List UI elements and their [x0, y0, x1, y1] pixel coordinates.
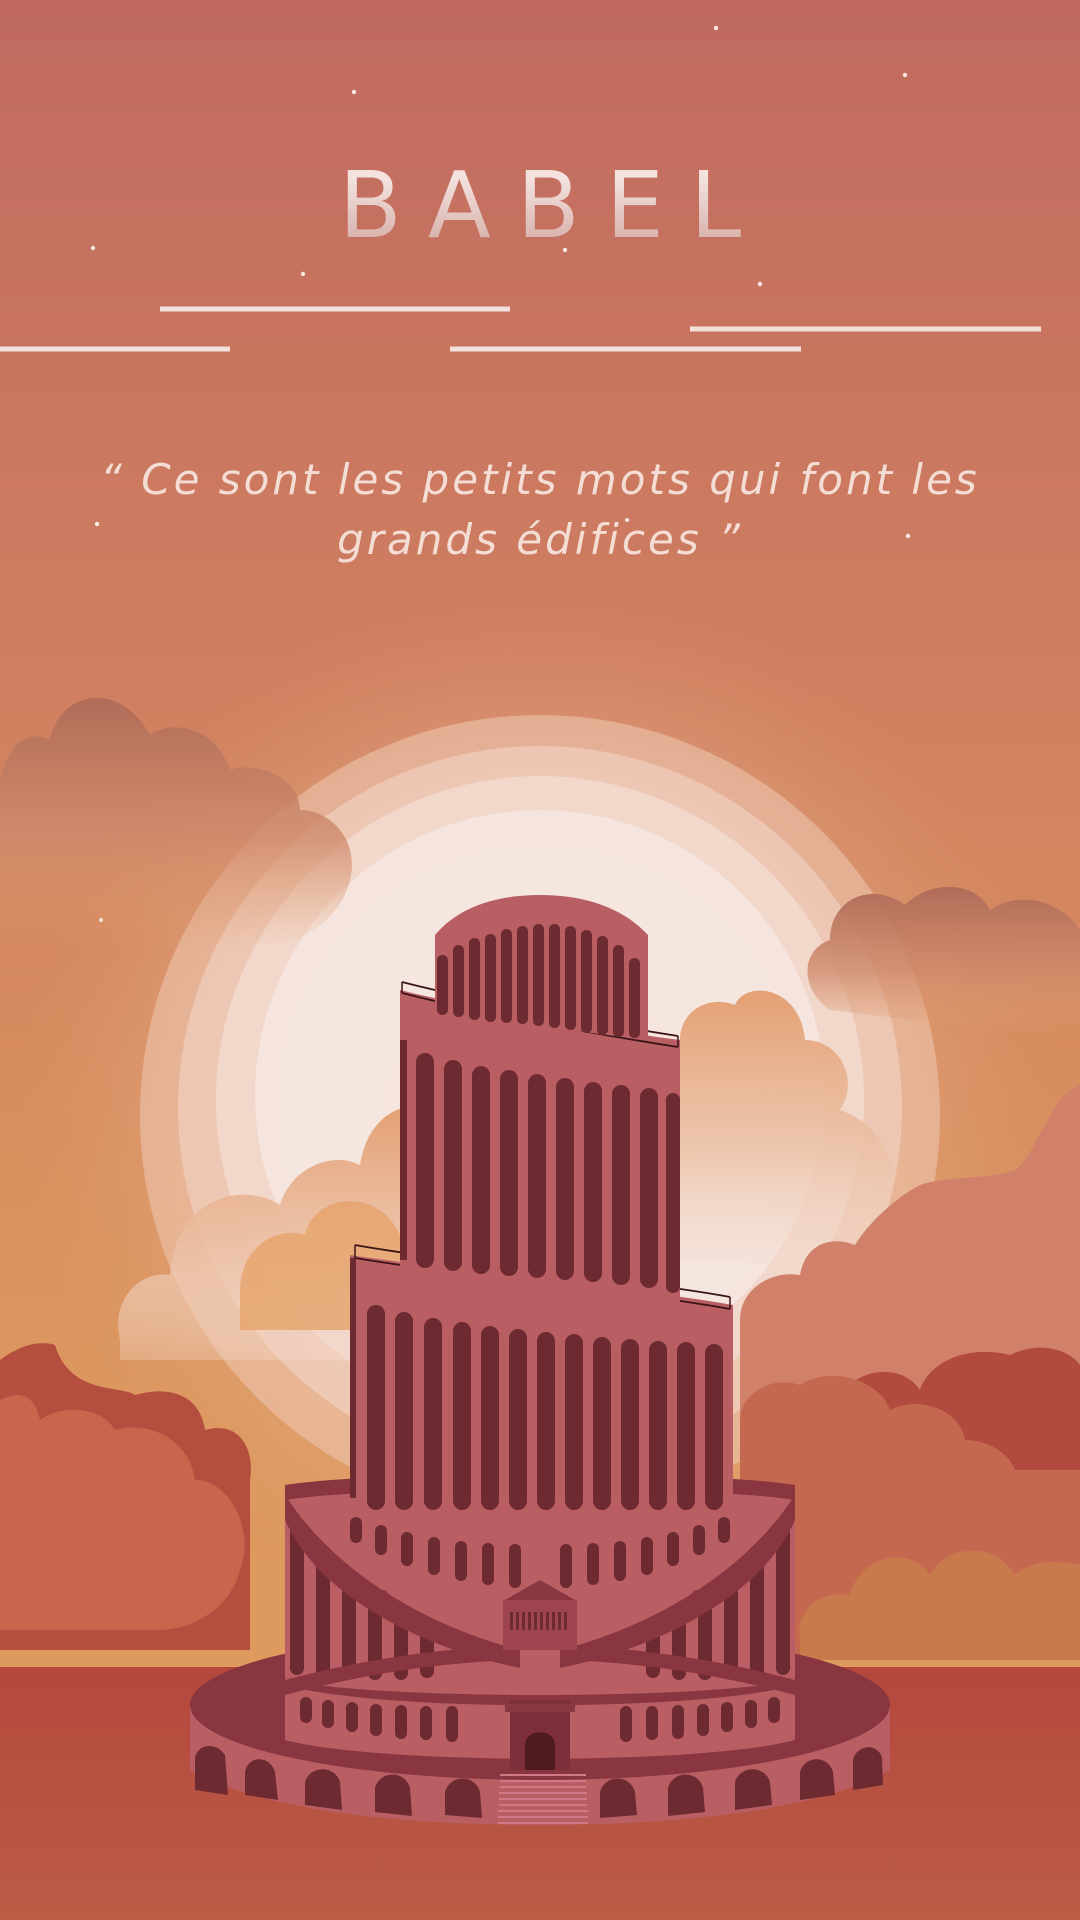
tower-of-babel-illustration [0, 0, 1080, 1920]
page-title: BABEL [0, 160, 1080, 252]
quote-text: “ Ce sont les petits mots qui font les g… [100, 455, 980, 564]
poster: BABEL “ Ce sont les petits mots qui font… [0, 0, 1080, 1920]
